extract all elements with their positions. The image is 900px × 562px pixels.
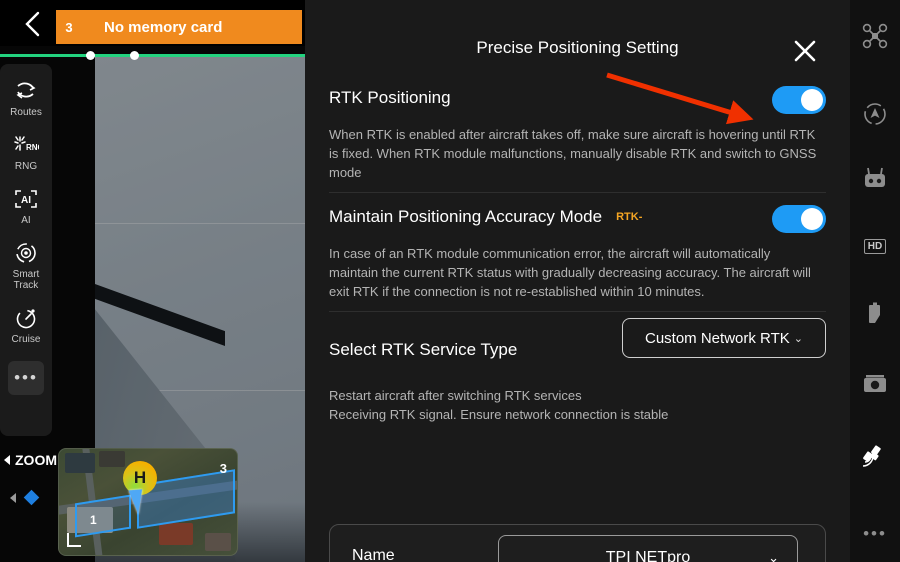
svg-text:RNG: RNG	[26, 143, 39, 152]
map-area-label: 3	[219, 461, 227, 476]
section-note-2: Receiving RTK signal. Ensure network con…	[329, 407, 669, 422]
waypoint-dot[interactable]	[86, 51, 95, 60]
close-icon	[794, 40, 816, 62]
remote-controller-icon	[865, 167, 885, 187]
map-area-label: 1	[90, 513, 97, 527]
sidebar-item-cruise[interactable]: Cruise	[0, 305, 52, 345]
camera-icon	[864, 375, 886, 392]
warning-banner[interactable]: No memory card	[82, 10, 302, 44]
sidebar-item-label: Routes	[10, 107, 42, 118]
cruise-icon	[14, 305, 38, 331]
dropdown-value: Custom Network RTK	[645, 329, 790, 347]
chevron-down-icon: ⌄	[793, 332, 803, 345]
section-rtk-positioning: RTK Positioning When RTK is enabled afte…	[329, 74, 826, 192]
hd-icon: HD	[863, 238, 887, 254]
rtk-service-type-dropdown[interactable]: Custom Network RTK ⌄	[622, 318, 826, 358]
app-root: N mode - Standby RTK 33 RC 94% 16.4V ⌄ W…	[0, 0, 900, 562]
sidebar-more-button[interactable]: •••	[850, 514, 900, 554]
section-title: RTK Positioning	[329, 88, 451, 107]
sidebar-item-safety[interactable]	[850, 94, 900, 134]
left-tool-sidebar: Routes RNG RNG	[0, 64, 52, 436]
map-route-area	[75, 494, 131, 538]
section-description: When RTK is enabled after aircraft takes…	[329, 127, 817, 180]
section-title: Maintain Positioning Accuracy Mode	[329, 207, 603, 226]
sidebar-item-aircraft[interactable]	[850, 16, 900, 56]
sidebar-more-button[interactable]: •••	[8, 361, 44, 395]
rtk-positioning-toggle[interactable]	[772, 86, 826, 114]
name-value: TPI NETpro	[605, 549, 691, 562]
map-toggle-control[interactable]	[10, 489, 40, 506]
section-note-1: Restart aircraft after switching RTK ser…	[329, 388, 582, 403]
sidebar-item-routes[interactable]: Routes	[0, 78, 52, 118]
sidebar-item-control[interactable]	[850, 158, 900, 198]
ai-icon: AI	[13, 186, 39, 212]
zoom-control[interactable]: ZOOM	[4, 452, 57, 468]
rtk-satellite-icon	[862, 445, 881, 467]
sidebar-item-rng[interactable]: RNG RNG	[0, 132, 52, 172]
name-value-dropdown[interactable]: TPI NETpro ⌄	[498, 535, 798, 562]
back-button[interactable]	[18, 10, 46, 38]
name-field-label: Name	[352, 547, 395, 562]
triangle-left-icon	[10, 492, 16, 503]
warning-count-badge[interactable]: 3	[56, 10, 82, 44]
drone-icon	[862, 23, 888, 49]
sidebar-item-label: RNG	[14, 161, 38, 172]
map-expand-icon[interactable]	[67, 533, 81, 547]
routes-icon	[14, 78, 38, 104]
sidebar-item-label: Smart Track	[12, 269, 40, 291]
close-button[interactable]	[790, 36, 820, 66]
smart-track-icon	[14, 240, 38, 266]
section-maintain-accuracy: Maintain Positioning Accuracy Mode RTK- …	[329, 192, 826, 311]
top-bar: 3 No memory card	[0, 0, 340, 46]
triangle-left-icon	[4, 455, 10, 465]
sidebar-item-label: AI	[21, 215, 31, 226]
section-rtk-service-type: Select RTK Service Type Custom Network R…	[329, 311, 826, 434]
dialog-header: Precise Positioning Setting	[305, 0, 850, 74]
section-description: In case of an RTK module communication e…	[329, 246, 811, 299]
waypoint-dot[interactable]	[130, 51, 139, 60]
name-field-row: Name TPI NETpro ⌄	[329, 524, 826, 562]
map-marker-icon	[23, 489, 40, 506]
map-thumbnail[interactable]: 3 1 H	[58, 448, 238, 556]
right-status-sidebar: HD •••	[850, 0, 900, 562]
rtk-status-badge: RTK-	[616, 211, 643, 223]
chevron-left-icon	[25, 11, 40, 37]
safety-icon	[864, 103, 886, 125]
sidebar-item-rtk[interactable]	[850, 436, 900, 476]
zoom-label: ZOOM	[15, 452, 57, 468]
sidebar-item-transmission[interactable]: HD	[850, 226, 900, 266]
battery-icon	[869, 302, 880, 323]
sidebar-item-smart-track[interactable]: Smart Track	[0, 240, 52, 291]
rng-icon: RNG	[13, 132, 39, 158]
sidebar-item-battery[interactable]	[850, 294, 900, 334]
svg-text:AI: AI	[21, 195, 31, 206]
maintain-accuracy-toggle[interactable]	[772, 205, 826, 233]
dialog-title: Precise Positioning Setting	[476, 38, 679, 57]
sidebar-item-label: Cruise	[11, 334, 41, 345]
sidebar-item-ai[interactable]: AI AI	[0, 186, 52, 226]
section-title: Select RTK Service Type	[329, 340, 518, 359]
sidebar-item-camera[interactable]	[850, 364, 900, 404]
precise-positioning-dialog: Precise Positioning Setting RTK Position…	[305, 0, 850, 562]
chevron-down-icon: ⌄	[768, 550, 779, 562]
